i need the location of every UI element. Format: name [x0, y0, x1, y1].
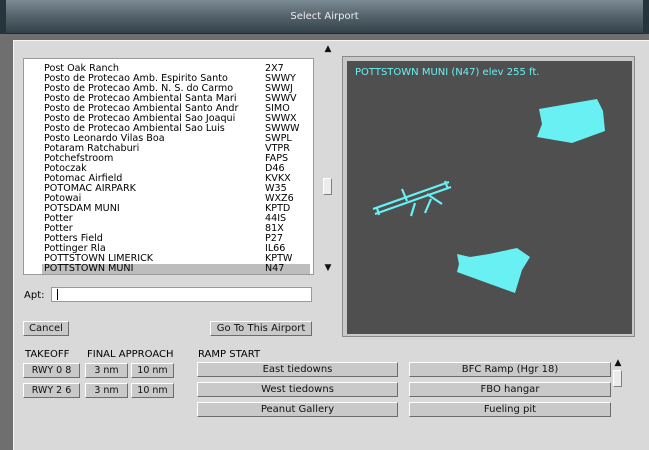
apron-south — [457, 248, 530, 293]
airport-diagram — [372, 99, 605, 293]
approach-10nm-button[interactable]: 10 nm — [131, 383, 174, 398]
approach-3nm-button[interactable]: 3 nm — [85, 363, 128, 378]
takeoff-label: TAKEOFF — [25, 349, 70, 360]
runway-08-button[interactable]: RWY 0 8 — [23, 363, 80, 378]
scroll-up-arrow-icon[interactable]: ▲ — [612, 358, 624, 369]
airport-list-scrollbar[interactable]: ▲ ▼ — [322, 44, 334, 274]
final-approach-label: FINAL APPROACH — [87, 349, 174, 360]
ramp-bfc-ramp-button[interactable]: BFC Ramp (Hgr 18) — [409, 362, 611, 377]
airport-code: N47 — [265, 263, 285, 274]
ramp-east-tiedowns-button[interactable]: East tiedowns — [197, 362, 398, 377]
ramp-fueling-pit-button[interactable]: Fueling pit — [409, 402, 611, 417]
ramp-start-scrollbar[interactable]: ▲ — [612, 358, 624, 450]
runway-complex — [372, 180, 452, 217]
approach-10nm-button[interactable]: 10 nm — [131, 363, 174, 378]
airport-list-item-selected[interactable]: POTTSTOWN MUNI N47 — [42, 264, 310, 274]
runway-26-button[interactable]: RWY 2 6 — [23, 383, 80, 398]
ramp-peanut-gallery-button[interactable]: Peanut Gallery — [197, 402, 398, 417]
scroll-down-arrow-icon[interactable]: ▼ — [322, 263, 334, 274]
text-caret — [57, 289, 58, 300]
apt-label: Apt: — [24, 290, 45, 301]
window-title: Select Airport — [290, 11, 359, 22]
scroll-up-arrow-icon[interactable]: ▲ — [322, 44, 334, 55]
airport-preview-panel: POTTSTOWN MUNI (N47) elev 255 ft. — [342, 56, 635, 337]
airport-map: POTTSTOWN MUNI (N47) elev 255 ft. — [347, 61, 632, 334]
ramp-west-tiedowns-button[interactable]: West tiedowns — [197, 382, 398, 397]
approach-3nm-button[interactable]: 3 nm — [85, 383, 128, 398]
go-to-airport-button[interactable]: Go To This Airport — [210, 321, 312, 336]
airport-name: POTTSTOWN MUNI — [44, 263, 134, 274]
apron-northeast — [537, 99, 605, 143]
ramp-start-label: RAMP START — [198, 349, 261, 360]
scrollbar-thumb[interactable] — [613, 370, 622, 387]
apt-input[interactable] — [51, 287, 312, 302]
cancel-button[interactable]: Cancel — [23, 321, 69, 336]
scrollbar-thumb[interactable] — [323, 178, 332, 195]
airport-list[interactable]: Post Oak Ranch 2X7 Posto de Protecao Amb.… — [23, 58, 314, 275]
ramp-fbo-hangar-button[interactable]: FBO hangar — [409, 382, 611, 397]
titlebar-right-edge — [643, 0, 649, 34]
window-titlebar[interactable]: Select Airport — [0, 0, 649, 34]
